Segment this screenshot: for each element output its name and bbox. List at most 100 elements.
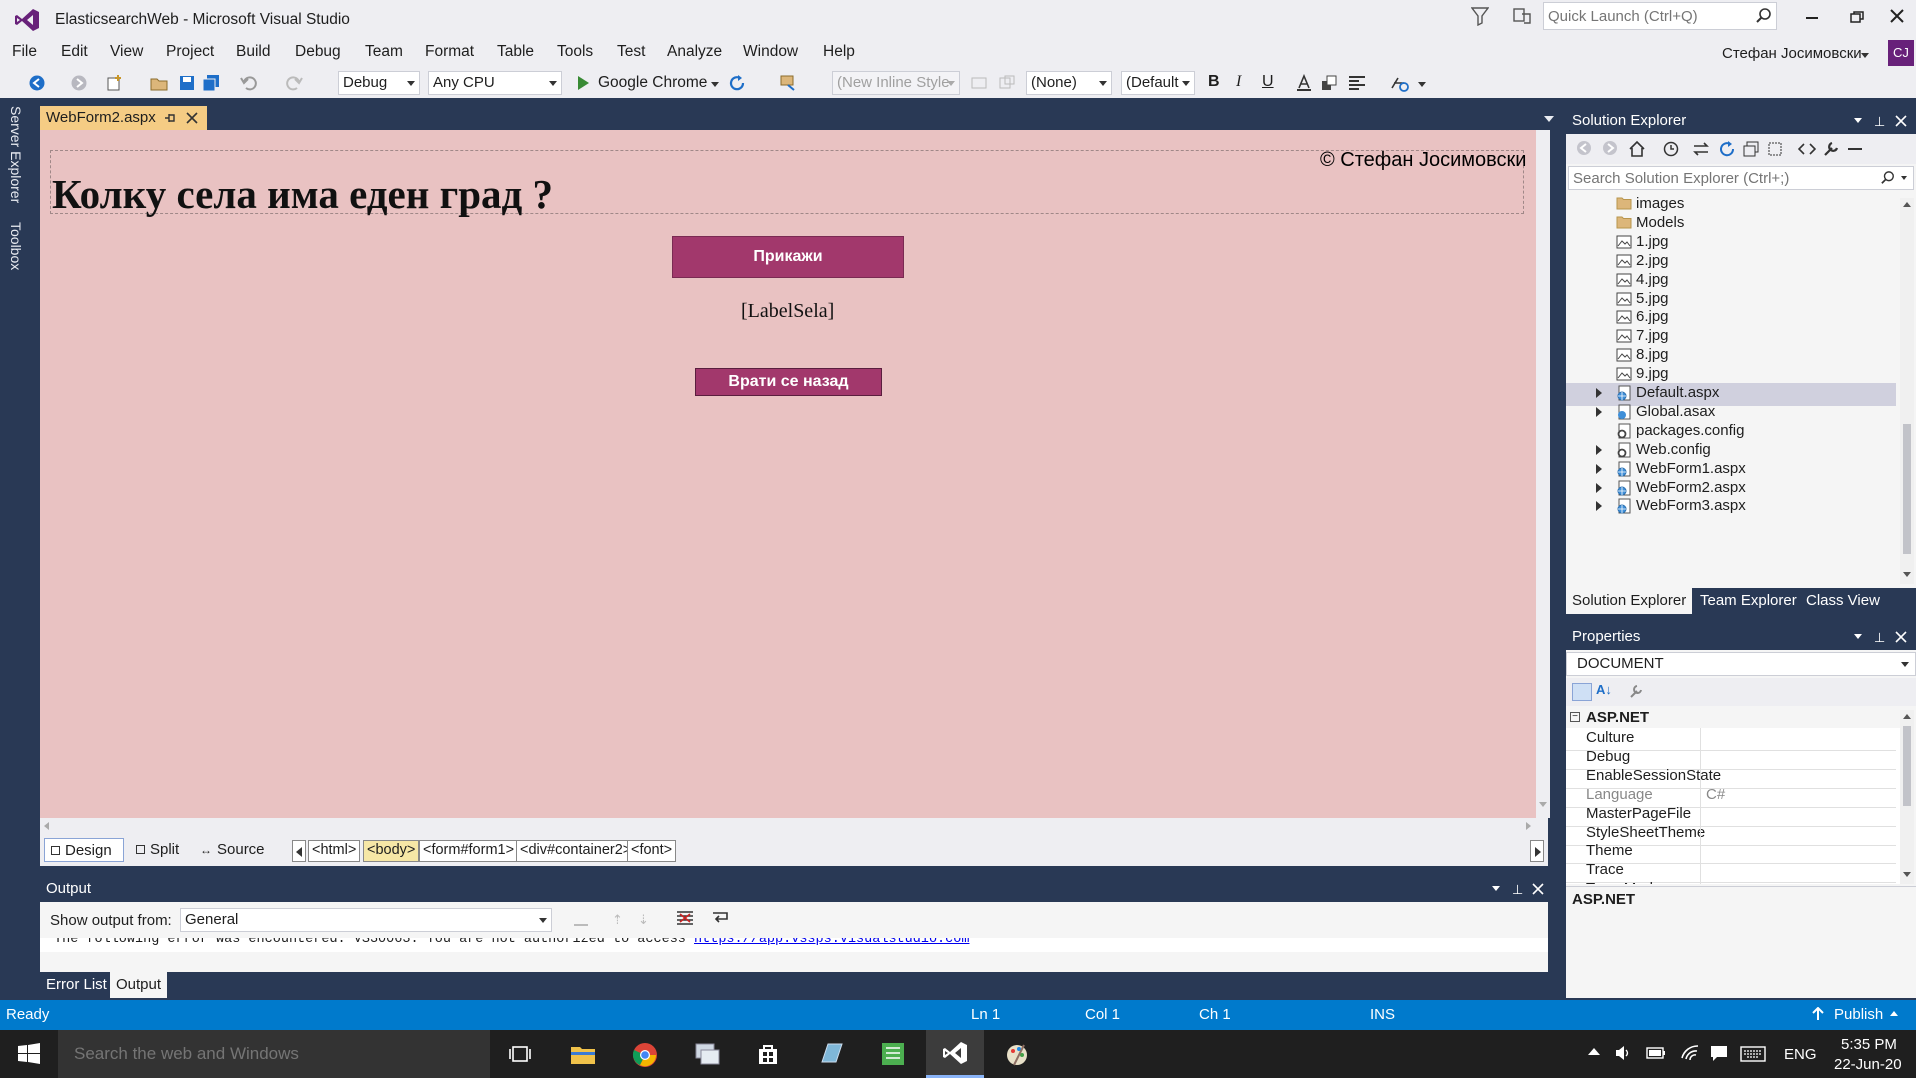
menu-format[interactable]: Format <box>425 43 474 61</box>
pin-icon[interactable] <box>164 112 176 124</box>
clear-all-icon[interactable] <box>676 910 694 926</box>
word-wrap-icon[interactable] <box>712 910 730 926</box>
publish-button[interactable]: Publish <box>1834 1006 1883 1023</box>
attach-stylesheet-icon[interactable] <box>998 74 1016 92</box>
view-code-icon[interactable] <box>1798 140 1816 158</box>
solution-search-input[interactable] <box>1573 169 1873 187</box>
property-row[interactable]: TraceMode <box>1566 879 1896 884</box>
solution-search-box[interactable] <box>1568 166 1914 190</box>
feedback-icon[interactable] <box>1512 6 1532 26</box>
user-menu-chevron-icon[interactable] <box>1861 53 1869 58</box>
scroll-left-icon[interactable] <box>44 822 49 830</box>
expand-chevron-icon[interactable] <box>1596 406 1602 417</box>
collapse-category-icon[interactable]: − <box>1570 712 1580 722</box>
previous-message-icon[interactable]: ⇡ <box>612 912 623 928</box>
panel-menu-chevron-icon[interactable] <box>1854 634 1862 639</box>
save-icon[interactable] <box>178 74 196 92</box>
navigate-back-icon[interactable] <box>28 74 46 92</box>
undo-icon[interactable] <box>240 74 258 92</box>
paint-app-icon[interactable] <box>1004 1041 1030 1067</box>
filter-icon[interactable] <box>1471 6 1489 26</box>
task-view-icon[interactable] <box>508 1044 532 1064</box>
properties-scrollbar[interactable] <box>1900 710 1914 884</box>
expand-chevron-icon[interactable] <box>1596 463 1602 474</box>
user-name[interactable]: Стефан Јосимовски <box>1722 45 1862 62</box>
collapse-all-icon[interactable] <box>1742 140 1760 158</box>
close-icon[interactable] <box>1895 115 1907 127</box>
menu-table[interactable]: Table <box>497 43 534 61</box>
scroll-right-icon[interactable] <box>1526 822 1531 830</box>
pin-icon[interactable]: ⊥ <box>1874 114 1885 130</box>
tab-error-list[interactable]: Error List <box>46 976 107 993</box>
menu-view[interactable]: View <box>110 43 143 61</box>
tablet-app-icon[interactable] <box>818 1042 844 1066</box>
properties-scroll-thumb[interactable] <box>1903 726 1911 806</box>
categorized-icon[interactable] <box>1572 683 1592 701</box>
configuration-select[interactable]: Debug <box>338 71 420 95</box>
store-icon[interactable] <box>756 1042 780 1066</box>
wifi-icon[interactable] <box>1680 1044 1700 1062</box>
output-text-area[interactable]: The following error was encountered: VS3… <box>40 938 1548 952</box>
menu-file[interactable]: File <box>12 43 37 61</box>
clear-format-icon[interactable] <box>1390 74 1409 92</box>
scroll-down-icon[interactable] <box>1903 872 1911 877</box>
menu-help[interactable]: Help <box>823 43 855 61</box>
pin-icon[interactable]: ⊥ <box>1874 630 1885 646</box>
design-surface[interactable]: © Стефан Јосимовски Колку села има еден … <box>40 130 1536 818</box>
menu-test[interactable]: Test <box>617 43 645 61</box>
panel-menu-chevron-icon[interactable] <box>1854 118 1862 123</box>
back-button[interactable]: Врати се назад <box>695 368 882 396</box>
property-pages-icon[interactable] <box>1628 683 1644 699</box>
breadcrumb-scroll-right[interactable] <box>1530 840 1544 862</box>
chevron-up-icon[interactable] <box>1890 1011 1898 1016</box>
show-hidden-icons-icon[interactable] <box>1588 1048 1600 1055</box>
tab-team-explorer[interactable]: Team Explorer <box>1700 592 1797 609</box>
design-horizontal-scrollbar[interactable] <box>40 818 1548 834</box>
underline-button[interactable]: U <box>1262 73 1274 91</box>
output-link[interactable]: https://app.vssps.visualstudio.com <box>694 938 969 947</box>
background-color-icon[interactable] <box>1320 74 1338 92</box>
breadcrumb-scroll-left[interactable] <box>292 840 306 862</box>
italic-button[interactable]: I <box>1236 73 1241 91</box>
expand-chevron-icon[interactable] <box>1596 482 1602 493</box>
back-icon[interactable] <box>1576 140 1594 158</box>
language-indicator[interactable]: ENG <box>1784 1046 1817 1063</box>
tab-output[interactable]: Output <box>110 972 168 998</box>
tab-overflow-chevron-icon[interactable] <box>1544 116 1554 122</box>
restore-icon[interactable] <box>1850 11 1864 23</box>
expand-chevron-icon[interactable] <box>1596 501 1602 512</box>
notifications-icon[interactable] <box>1710 1044 1728 1062</box>
output-scrollbar[interactable] <box>40 952 1548 972</box>
volume-icon[interactable] <box>1614 1044 1632 1062</box>
menu-tools[interactable]: Tools <box>557 43 593 61</box>
find-message-icon[interactable] <box>574 912 588 926</box>
tree-scroll-thumb[interactable] <box>1903 424 1911 554</box>
breadcrumb-form[interactable]: <form#form1> <box>419 840 519 862</box>
menu-project[interactable]: Project <box>166 43 214 61</box>
start-debugging-icon[interactable] <box>574 74 592 92</box>
history-icon[interactable] <box>1662 140 1680 158</box>
clock-time[interactable]: 5:35 PM <box>1841 1036 1897 1053</box>
close-icon[interactable] <box>1532 883 1544 895</box>
property-category-row[interactable]: − ASP.NET <box>1566 708 1900 728</box>
menu-team[interactable]: Team <box>365 43 403 61</box>
browser-link-icon[interactable] <box>780 74 798 92</box>
properties-object-select[interactable]: DOCUMENT <box>1566 652 1916 676</box>
clock-date[interactable]: 22-Jun-20 <box>1834 1056 1902 1073</box>
server-explorer-tab[interactable]: Server Explorer <box>8 106 24 203</box>
font-name-select[interactable]: (Default <box>1121 71 1195 95</box>
block-format-select[interactable]: (None) <box>1026 71 1112 95</box>
alphabetical-icon[interactable]: A↓ <box>1596 682 1612 697</box>
open-file-icon[interactable] <box>150 74 168 92</box>
quick-launch-input[interactable] <box>1548 6 1748 26</box>
save-all-icon[interactable] <box>202 74 220 92</box>
scroll-down-icon[interactable] <box>1903 572 1911 577</box>
menu-window[interactable]: Window <box>743 43 798 61</box>
properties-wrench-icon[interactable] <box>1822 140 1840 158</box>
quick-launch-box[interactable] <box>1543 2 1777 30</box>
remote-desktop-icon[interactable] <box>694 1042 720 1066</box>
refresh-icon[interactable] <box>1718 140 1736 158</box>
source-view-button[interactable]: ↔ Source <box>196 838 270 862</box>
menu-edit[interactable]: Edit <box>61 43 88 61</box>
bold-button[interactable]: B <box>1208 73 1220 91</box>
